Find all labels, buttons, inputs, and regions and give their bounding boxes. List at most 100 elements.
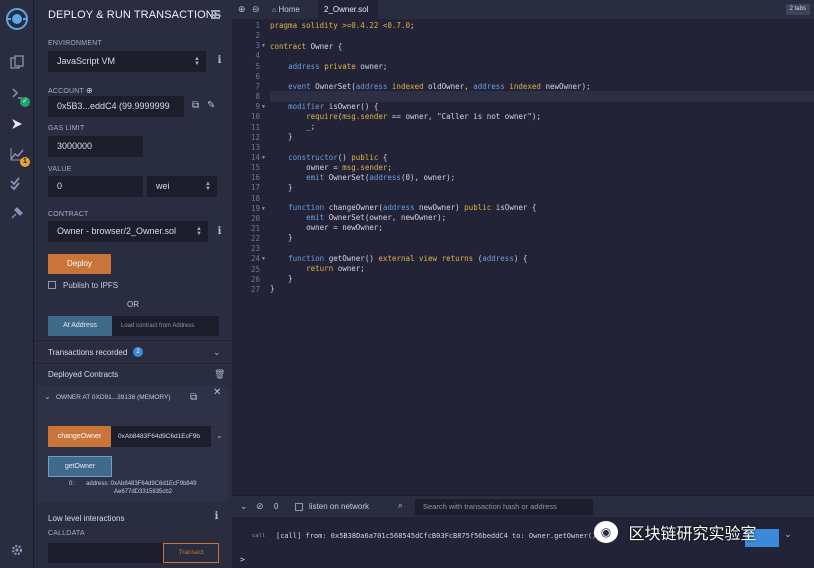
line-number: 26 [250, 274, 260, 284]
environment-value: JavaScript VM [57, 56, 116, 66]
change-owner-input[interactable]: 0xAb8483F64d9C6d1EcF9b [111, 426, 211, 447]
edit-account-icon[interactable]: ✎ [207, 100, 215, 111]
copy-account-icon[interactable]: ⧉ [192, 100, 199, 111]
code-line: } [270, 183, 293, 192]
environment-select[interactable]: JavaScript VM ▲ ▼ [48, 51, 206, 72]
chevron-down-icon[interactable]: ⌄ [44, 392, 51, 401]
code-line: address private owner; [288, 62, 388, 71]
trash-icon[interactable]: 🗑 [214, 369, 225, 380]
fold-arrow-icon[interactable]: ▼ [261, 155, 266, 161]
line-number: 21 [250, 224, 260, 233]
value-unit-select[interactable]: wei ▲ ▼ [147, 176, 217, 197]
code-line: owner = newOwner; [270, 223, 383, 232]
line-number: 4 [255, 51, 260, 61]
remix-ide: ✓ 1 DEPLOY & RUN TRANSACTIONS ENVIRONMEN… [0, 0, 814, 568]
line-number: 11 [250, 122, 260, 132]
clear-console-icon[interactable]: ⊘ [256, 501, 264, 512]
deploy-button[interactable]: Deploy [48, 254, 111, 274]
terminal-search-input[interactable]: Search with transaction hash or address [415, 499, 593, 515]
line-number: 6 [255, 71, 260, 81]
result-index: 0: [69, 481, 75, 487]
transact-button[interactable]: Transact [163, 543, 219, 563]
transactions-recorded-label[interactable]: Transactions recorded [48, 348, 127, 357]
load-contract-address-input[interactable]: Load contract from Address [112, 316, 219, 336]
value-input[interactable]: 0 [48, 176, 143, 197]
log-line: [call] from: 0x5B38Da6a701c568545dCfcB03… [276, 532, 597, 540]
fold-arrow-icon[interactable]: ▼ [261, 104, 266, 110]
line-number: 14 [250, 152, 260, 162]
code-line: constructor() public { [288, 153, 388, 162]
remix-logo-icon[interactable] [4, 6, 30, 32]
compile-success-icon: ✓ [20, 97, 30, 107]
code-line: function getOwner() external view return… [288, 254, 528, 263]
select-arrows-icon: ▲ ▼ [194, 56, 200, 67]
environment-info-icon[interactable]: i [215, 55, 224, 67]
select-arrows-icon: ▲ ▼ [196, 226, 202, 237]
gas-limit-input[interactable]: 3000000 [48, 136, 143, 157]
line-number: 16 [250, 173, 260, 183]
file-explorer-icon[interactable] [7, 52, 27, 72]
calldata-label: CALLDATA [48, 530, 85, 537]
code-line: event OwnerSet(address indexed oldOwner,… [288, 82, 591, 91]
settings-gear-icon[interactable] [7, 540, 27, 560]
gas-limit-label: GAS LIMIT [48, 125, 85, 132]
line-number: 23 [250, 244, 260, 254]
divider [34, 340, 232, 341]
transactions-count-badge: 2 [133, 347, 143, 357]
tab-home[interactable]: ⌂ Home [266, 0, 318, 19]
terminal-prompt[interactable]: > [240, 555, 245, 564]
line-number: 15 [250, 163, 260, 173]
panel-menu-icon[interactable] [211, 10, 220, 19]
result-address-line2: Ae677dD3315835cb2 [114, 489, 173, 495]
add-account-icon[interactable]: ⊕ [86, 86, 93, 95]
code-line: } [270, 284, 275, 293]
publish-ipfs-checkbox[interactable] [48, 281, 56, 289]
current-line-highlight [270, 91, 814, 102]
testing-icon[interactable] [7, 174, 27, 194]
line-number: 9 [255, 102, 260, 112]
analysis-icon[interactable]: 1 [7, 144, 30, 167]
watermark: ◉ 区块链研究实验室 [594, 520, 814, 546]
solidity-compiler-icon[interactable]: ✓ [7, 84, 30, 107]
account-select[interactable]: 0x5B3...eddC4 (99.9999999 [48, 96, 184, 117]
low-level-info-icon[interactable]: i [212, 511, 221, 523]
home-icon: ⌂ [272, 7, 277, 14]
fold-arrow-icon[interactable]: ▼ [261, 206, 266, 212]
account-value: 0x5B3...eddC4 (99.9999999 [57, 101, 170, 111]
code-editor[interactable]: pragma solidity >=0.4.22 <0.7.0; contrac… [270, 19, 814, 489]
change-owner-button[interactable]: changeOwner [48, 426, 111, 447]
fold-arrow-icon[interactable]: ▼ [261, 43, 266, 49]
code-line: emit OwnerSet(address(0), owner); [306, 173, 456, 182]
code-line: modifier isOwner() { [288, 102, 379, 111]
terminal-toolbar: ⌄ ⊘ 0 listen on network ⌕ Search with tr… [232, 495, 814, 517]
code-line: } [270, 233, 293, 242]
code-line: function changeOwner(address newOwner) p… [288, 203, 537, 212]
chevron-down-icon[interactable]: ⌄ [213, 347, 221, 358]
line-number: 20 [250, 213, 260, 223]
listen-network-checkbox[interactable] [295, 503, 303, 511]
tab-2-owner-sol[interactable]: 2_Owner.sol [318, 0, 378, 19]
line-number: 7 [255, 81, 260, 91]
copy-address-icon[interactable]: ⧉ [190, 392, 197, 403]
at-address-button[interactable]: At Address [48, 316, 112, 336]
fold-arrow-icon[interactable]: ▼ [261, 256, 266, 262]
low-level-label: Low level interactions [48, 514, 125, 523]
chevron-down-icon[interactable]: ⌄ [240, 501, 248, 512]
deploy-run-icon[interactable] [7, 114, 27, 134]
zoom-out-icon[interactable]: ⊖ [252, 4, 260, 15]
log-tag: call [252, 533, 266, 539]
deployed-instance: ⌄ OWNER AT 0XD91...39138 (MEMORY) ⧉ ✕ ch… [38, 386, 228, 502]
zoom-in-icon[interactable]: ⊕ [238, 4, 246, 15]
tab-count[interactable]: 2 tabs [785, 4, 810, 15]
contract-info-icon[interactable]: i [215, 226, 224, 238]
plugin-manager-icon[interactable] [7, 203, 27, 223]
editor-area: ⊕ ⊖ ⌂ Home 2_Owner.sol 2 tabs 1 2 3 ▼ 4 5 6 7 8 9… [232, 0, 814, 568]
close-instance-icon[interactable]: ✕ [213, 387, 221, 398]
chevron-down-icon[interactable]: ⌄ [216, 431, 223, 440]
instance-label: OWNER AT 0XD91...39138 (MEMORY) [56, 394, 171, 401]
calldata-input[interactable] [48, 543, 164, 563]
contract-select[interactable]: Owner - browser/2_Owner.sol ▲ ▼ [48, 221, 208, 242]
value-unit: wei [156, 181, 170, 191]
get-owner-button[interactable]: getOwner [48, 456, 112, 477]
line-number: 10 [250, 112, 260, 122]
